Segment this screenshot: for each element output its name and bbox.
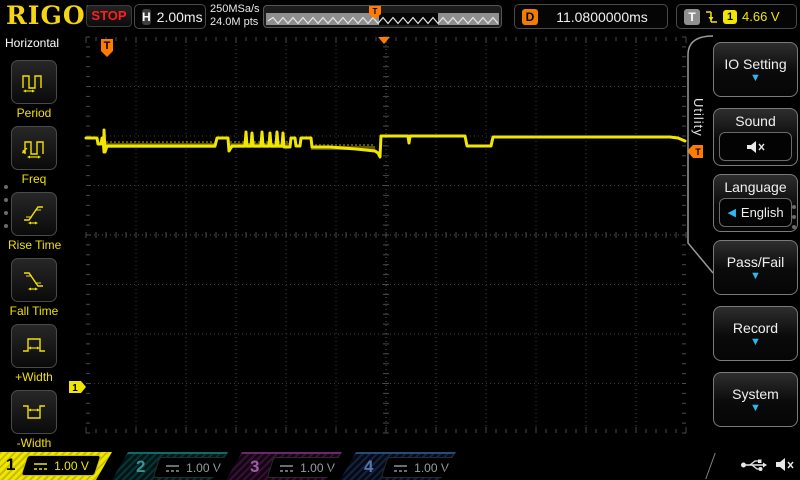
dc-coupling-icon xyxy=(165,463,180,473)
trigger-time-marker-label: T xyxy=(104,40,111,52)
waveform-preview-strip: T xyxy=(263,5,502,28)
trigger-delay-box: D 11.0800000ms xyxy=(514,4,668,29)
neg-width-icon xyxy=(21,399,47,425)
menu-item-sound[interactable]: Sound xyxy=(713,108,798,166)
waveform-display: T T 1 xyxy=(60,33,710,452)
acquisition-info: 250MSa/s 24.0M pts xyxy=(210,3,260,29)
menu-scroll-dots xyxy=(4,185,8,228)
memory-depth: 24.0M pts xyxy=(210,16,260,29)
timebase-value: 2.00ms xyxy=(157,9,203,25)
channel-status-bar: 1 1.00 V 2 1.00 V 3 xyxy=(0,452,800,480)
measure-item-neg-width[interactable]: -Width xyxy=(8,390,60,450)
top-status-bar: RIGOL STOP H 2.00ms 250MSa/s 24.0M pts T… xyxy=(0,0,800,33)
channel1-ground-marker-label: 1 xyxy=(72,383,78,394)
measure-item-pos-width[interactable]: +Width xyxy=(8,324,60,384)
svg-text:T: T xyxy=(373,7,378,16)
preview-waveform xyxy=(266,13,501,28)
channel-2-scale: 1.00 V xyxy=(186,461,221,475)
pos-width-icon xyxy=(21,333,47,359)
falling-edge-icon xyxy=(705,9,718,25)
dc-coupling-icon xyxy=(279,463,294,473)
measure-item-fall-time[interactable]: Fall Time xyxy=(8,258,60,318)
channel-3-scale: 1.00 V xyxy=(300,461,335,475)
oscilloscope-screen: RIGOL STOP H 2.00ms 250MSa/s 24.0M pts T… xyxy=(0,0,800,480)
measure-item-period[interactable]: Period xyxy=(8,60,60,120)
trigger-info-box: T 1 4.66 V xyxy=(676,4,797,29)
chevron-down-icon: ▼ xyxy=(750,403,761,413)
delay-badge: D xyxy=(522,9,538,25)
menu-item-record[interactable]: Record ▼ xyxy=(713,306,798,361)
trigger-source-badge: 1 xyxy=(723,10,737,24)
speaker-muted-icon xyxy=(775,456,795,473)
measure-menu: Horizontal Period Freq xyxy=(0,33,64,452)
measure-item-rise-time[interactable]: Rise Time xyxy=(8,192,60,252)
chevron-down-icon: ▼ xyxy=(750,73,761,83)
trigger-position-icon[interactable] xyxy=(378,37,390,44)
channel-1-tab[interactable]: 1 1.00 V xyxy=(0,452,116,480)
fall-time-icon xyxy=(21,267,47,293)
menu-item-language[interactable]: Language ◀ English xyxy=(713,174,798,232)
measure-menu-title: Horizontal xyxy=(0,36,64,50)
dc-coupling-icon xyxy=(33,461,48,471)
sound-state-inset xyxy=(719,132,792,161)
menu-item-io-setting[interactable]: IO Setting ▼ xyxy=(713,42,798,97)
usb-icon xyxy=(740,457,767,473)
menu-page-dots xyxy=(792,205,796,229)
sample-rate: 250MSa/s xyxy=(210,3,260,16)
channel-4-tab[interactable]: 4 1.00 V xyxy=(340,452,456,480)
preview-trigger-position-icon: T xyxy=(369,6,382,20)
period-icon xyxy=(21,69,47,95)
utility-tab-outline xyxy=(680,33,714,283)
chevron-down-icon: ▼ xyxy=(750,337,761,347)
channel-4-scale: 1.00 V xyxy=(414,461,449,475)
h-badge: H xyxy=(142,9,151,25)
horizontal-timebase-box: H 2.00ms xyxy=(134,4,206,29)
delay-value: 11.0800000ms xyxy=(556,9,648,25)
run-state-indicator: STOP xyxy=(86,5,132,27)
channel-3-tab[interactable]: 3 1.00 V xyxy=(226,452,342,480)
statusbar-divider xyxy=(705,453,726,479)
measure-item-freq[interactable]: Freq xyxy=(8,126,60,186)
freq-icon xyxy=(21,135,47,161)
utility-menu: IO Setting ▼ Sound Language ◀ English Pa… xyxy=(712,33,800,452)
channel-2-tab[interactable]: 2 1.00 V xyxy=(112,452,228,480)
rise-time-icon xyxy=(21,201,47,227)
language-value-inset: ◀ English xyxy=(719,198,792,227)
channel-1-scale: 1.00 V xyxy=(54,459,89,473)
tab-utility: Utility xyxy=(691,98,706,137)
speaker-muted-icon xyxy=(746,139,766,155)
dc-coupling-icon xyxy=(393,463,408,473)
menu-item-system[interactable]: System ▼ xyxy=(713,372,798,427)
chevron-left-icon: ◀ xyxy=(727,206,735,219)
trigger-badge: T xyxy=(684,9,700,25)
trigger-level-value: 4.66 V xyxy=(742,9,780,24)
chevron-down-icon: ▼ xyxy=(750,271,761,281)
menu-item-pass-fail[interactable]: Pass/Fail ▼ xyxy=(713,240,798,295)
